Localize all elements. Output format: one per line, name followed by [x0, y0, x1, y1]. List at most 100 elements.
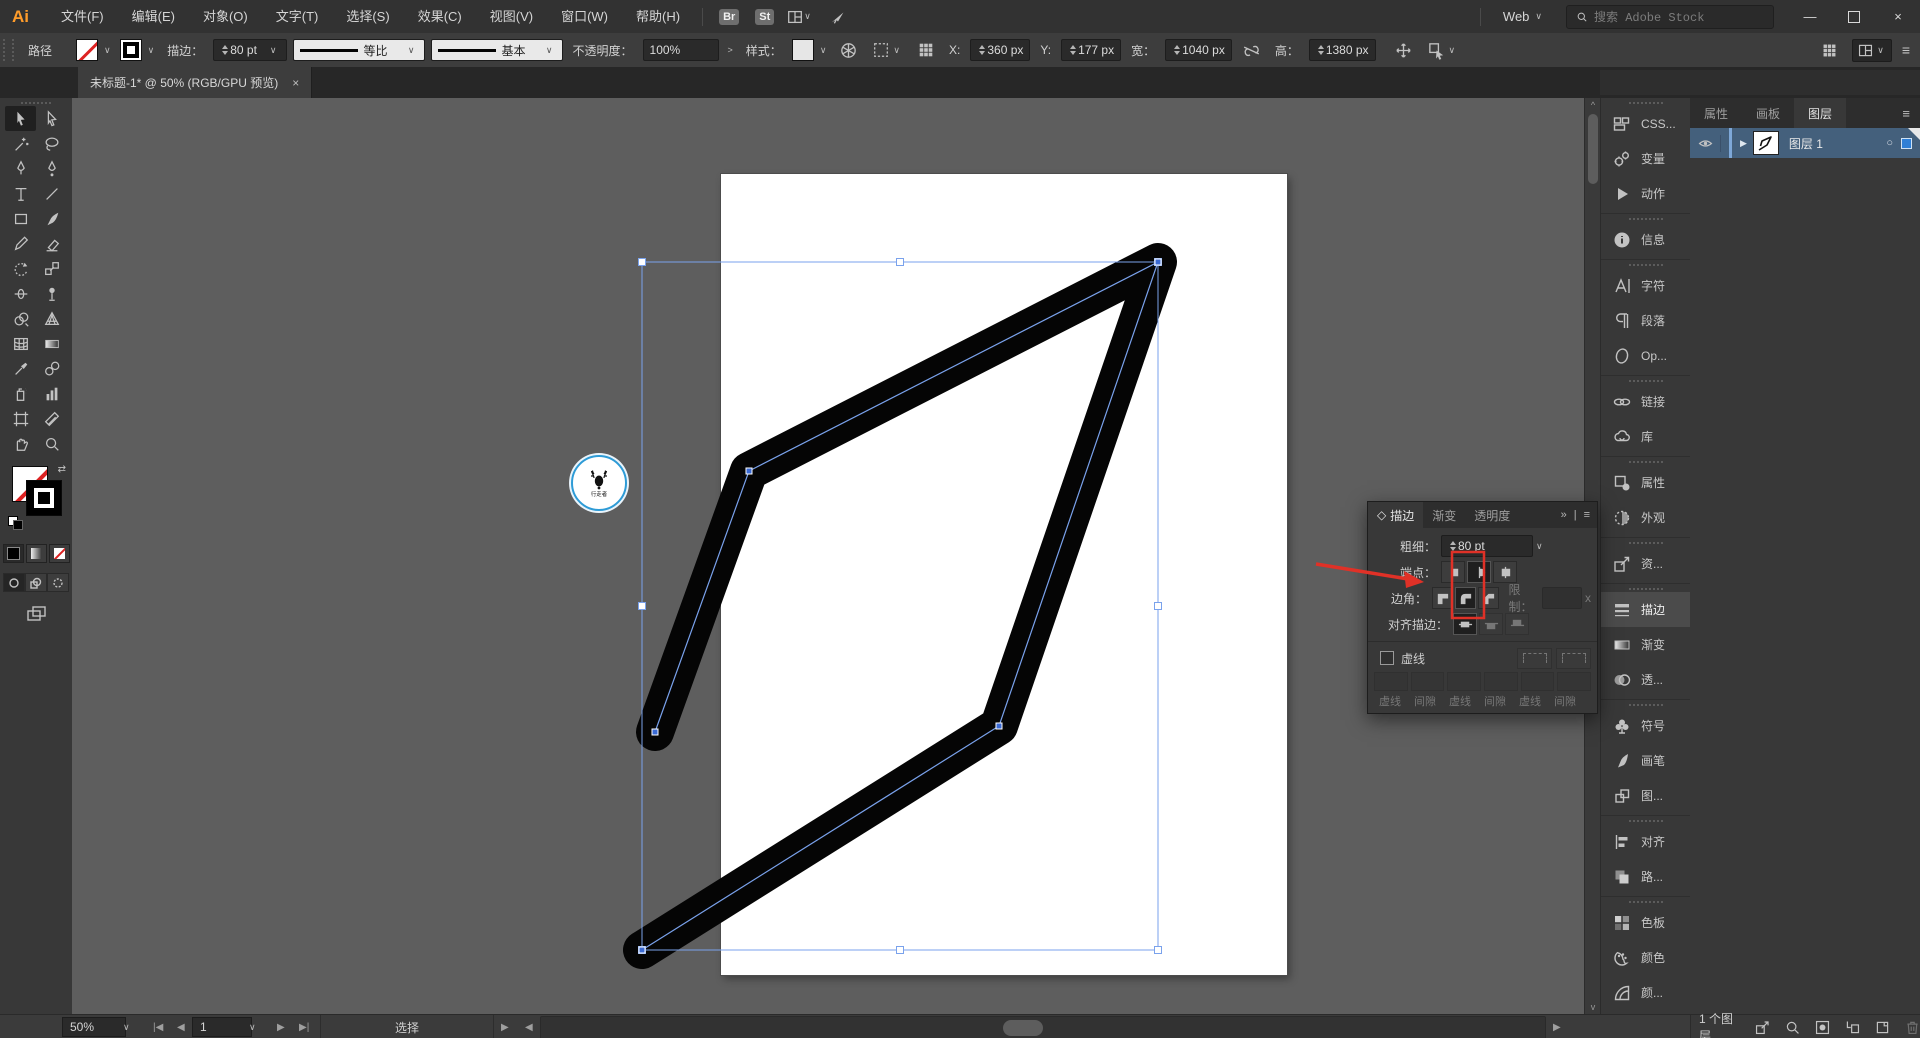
reference-point-grid[interactable] — [913, 38, 939, 62]
new-layer-button[interactable] — [1874, 1019, 1891, 1036]
dock-item-stroke[interactable]: 描边 — [1601, 592, 1691, 627]
dock-item-brushes[interactable]: 画笔 — [1601, 743, 1691, 778]
panel-collapse-button[interactable]: » — [1690, 70, 1920, 95]
tab-stroke[interactable]: ◇描边 — [1368, 502, 1423, 528]
artwork-path[interactable] — [642, 262, 1158, 950]
paintbrush-tool[interactable] — [36, 206, 67, 231]
tab-layers[interactable]: 图层 — [1794, 98, 1846, 128]
stroke-weight-label[interactable]: 描边： — [167, 42, 203, 59]
dock-item-align[interactable]: 对齐 — [1601, 824, 1691, 859]
dock-item-links[interactable]: 链接 — [1601, 384, 1691, 419]
layer-name[interactable]: 图层 1 — [1789, 135, 1823, 152]
draw-inside-mode[interactable] — [47, 573, 69, 592]
dock-item-graphic-styles[interactable]: 图... — [1601, 778, 1691, 813]
stroke-swatch-black[interactable] — [26, 480, 62, 516]
make-mask-button[interactable] — [1814, 1019, 1831, 1036]
x-field[interactable]: 360 px — [970, 39, 1030, 61]
width-profile-dropdown[interactable]: 等比∨ — [293, 39, 425, 61]
tab-close-icon[interactable]: × — [292, 76, 299, 90]
artboard-number-field[interactable]: 1 — [192, 1017, 252, 1037]
slice-tool[interactable] — [36, 406, 67, 431]
column-graph-tool[interactable] — [36, 381, 67, 406]
artboard-tool[interactable] — [5, 406, 36, 431]
eyedropper-tool[interactable] — [5, 356, 36, 381]
scroll-up-arrow[interactable]: ^ — [1585, 98, 1601, 112]
document-arrangement-button[interactable] — [1817, 38, 1842, 62]
select-similar-button[interactable]: ∨ — [1423, 38, 1463, 62]
style-dropdown[interactable]: ∨ — [792, 39, 830, 61]
perspective-grid-tool[interactable] — [36, 306, 67, 331]
arrange-documents-button[interactable]: ∨ — [782, 5, 825, 29]
menu-effect[interactable]: 效果(C) — [404, 0, 476, 33]
none-button[interactable] — [49, 544, 70, 563]
stepper[interactable] — [1318, 45, 1324, 55]
lasso-tool[interactable] — [36, 131, 67, 156]
projecting-cap-button[interactable] — [1493, 561, 1517, 583]
dock-item-info[interactable]: 信息 — [1601, 222, 1691, 257]
dashed-line-checkbox[interactable] — [1380, 651, 1394, 665]
selection-tool[interactable] — [5, 106, 36, 131]
dock-item-actions[interactable]: 动作 — [1601, 176, 1691, 211]
dock-item-gradient[interactable]: 渐变 — [1601, 627, 1691, 662]
collect-for-export-button[interactable] — [1754, 1019, 1771, 1036]
scroll-right-arrow[interactable]: ▶ — [1548, 1015, 1566, 1038]
height-field[interactable]: 1380 px — [1309, 39, 1376, 61]
shape-builder-tool[interactable] — [5, 306, 36, 331]
zoom-level-field[interactable]: 50% — [62, 1017, 126, 1037]
opacity-field[interactable]: 100% — [643, 39, 719, 61]
dock-item-pathfinder[interactable]: 路... — [1601, 859, 1691, 894]
gradient-button[interactable] — [26, 544, 47, 563]
scroll-left-arrow[interactable]: ◀ — [520, 1015, 538, 1038]
opacity-more-button[interactable]: > — [725, 45, 736, 55]
color-button[interactable] — [3, 544, 24, 563]
menu-window[interactable]: 窗口(W) — [547, 0, 622, 33]
rotate-tool[interactable] — [5, 256, 36, 281]
stroke-weight-field[interactable]: 80 pt — [1441, 535, 1533, 557]
link-dimensions-toggle[interactable] — [1238, 38, 1265, 62]
tab-artboards[interactable]: 画板 — [1742, 98, 1794, 128]
document-tab[interactable]: 未标题-1* @ 50% (RGB/GPU 预览) × — [78, 67, 312, 98]
stroke-panel-menu-icon[interactable]: ≡ — [1584, 509, 1590, 521]
artboard-dropdown[interactable]: ∨ — [246, 1015, 259, 1038]
stock-search-input[interactable]: 搜索 Adobe Stock — [1566, 5, 1774, 29]
maximize-button[interactable] — [1832, 0, 1876, 33]
zoom-tool[interactable] — [36, 431, 67, 456]
scroll-down-arrow[interactable]: v — [1585, 1000, 1601, 1014]
stepper[interactable] — [979, 45, 985, 55]
bounding-box-options-button[interactable]: ∨ — [868, 38, 907, 62]
type-tool[interactable] — [5, 181, 36, 206]
stroke-color-dropdown[interactable]: ∨ — [120, 39, 158, 61]
dock-item-appearance[interactable]: 外观 — [1601, 500, 1691, 535]
width-tool[interactable] — [5, 281, 36, 306]
panel-undock-icon[interactable]: » — [1561, 509, 1567, 521]
recolor-artwork-button[interactable] — [835, 38, 862, 62]
y-field[interactable]: 177 px — [1061, 39, 1121, 61]
menu-type[interactable]: 文字(T) — [262, 0, 333, 33]
magic-wand-tool[interactable] — [5, 131, 36, 156]
scale-tool[interactable] — [36, 256, 67, 281]
previous-artboard-button[interactable]: ◀ — [172, 1015, 190, 1038]
pencil-tool[interactable] — [5, 231, 36, 256]
menu-object[interactable]: 对象(O) — [189, 0, 262, 33]
layer-expand-chevron[interactable]: ▶ — [1740, 138, 1747, 149]
stock-button[interactable]: St — [755, 9, 774, 25]
symbol-sprayer-tool[interactable] — [5, 381, 36, 406]
weight-dropdown-chevron[interactable]: ∨ — [1533, 541, 1546, 552]
dock-item-paragraph[interactable]: 段落 — [1601, 303, 1691, 338]
last-artboard-button[interactable]: ▶| — [294, 1015, 314, 1038]
opacity-label[interactable]: 不透明度： — [573, 42, 633, 59]
stepper[interactable] — [1450, 541, 1456, 551]
curvature-tool[interactable] — [36, 156, 67, 181]
menu-file[interactable]: 文件(F) — [47, 0, 118, 33]
dock-item-swatches[interactable]: 色板 — [1601, 905, 1691, 940]
workspace-switcher[interactable]: Web — [1503, 9, 1530, 24]
bridge-button[interactable]: Br — [719, 9, 739, 25]
dock-item-color-guide[interactable]: 颜... — [1601, 975, 1691, 1010]
draw-normal-mode[interactable] — [3, 573, 25, 592]
control-panel-menu[interactable]: ≡ — [1902, 42, 1910, 58]
tab-gradient[interactable]: 渐变 — [1423, 502, 1465, 528]
transform-button[interactable] — [1390, 38, 1417, 62]
dock-item-color[interactable]: 颜色 — [1601, 940, 1691, 975]
layer-thumbnail[interactable] — [1753, 131, 1779, 155]
next-artboard-button[interactable]: ▶ — [272, 1015, 290, 1038]
